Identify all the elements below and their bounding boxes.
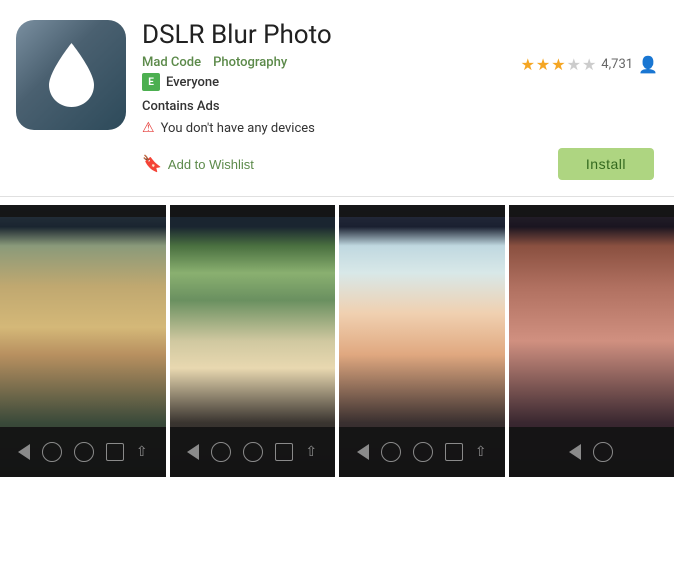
warning-row: ⚠ You don't have any devices <box>142 120 658 136</box>
wishlist-button[interactable]: 🔖 Add to Wishlist <box>142 154 254 174</box>
nav-back-icon-2 <box>187 444 199 460</box>
screenshots-section: ⇧ ⇧ ⇧ <box>0 197 674 477</box>
nav-check-icon-3 <box>381 442 401 462</box>
nav-save-icon-2 <box>275 443 293 461</box>
star-3: ★ <box>551 55 565 74</box>
everyone-label: Everyone <box>166 75 219 90</box>
screenshot-2: ⇧ <box>170 205 336 477</box>
star-4: ★ <box>567 55 581 74</box>
app-title: DSLR Blur Photo <box>142 20 658 51</box>
app-category[interactable]: Photography <box>213 55 287 70</box>
nav-save-icon <box>106 443 124 461</box>
screenshot-4 <box>509 205 674 477</box>
drop-icon <box>44 41 99 109</box>
nav-share-icon-3: ⇧ <box>475 444 487 460</box>
star-2: ★ <box>536 55 550 74</box>
screenshot-1: ⇧ <box>0 205 166 477</box>
wishlist-label: Add to Wishlist <box>168 157 254 172</box>
app-developer[interactable]: Mad Code <box>142 55 201 70</box>
star-5: ★ <box>582 55 596 74</box>
screenshot-3: ⇧ <box>339 205 505 477</box>
nav-check-icon-4 <box>593 442 613 462</box>
install-button[interactable]: Install <box>558 148 654 180</box>
rating-count: 4,731 <box>601 57 633 72</box>
content-rating-row: E Everyone <box>142 73 287 91</box>
person-icon: 👤 <box>638 55 658 74</box>
nav-check-icon-2 <box>211 442 231 462</box>
contains-ads: Contains Ads <box>142 99 658 114</box>
nav-back-icon-4 <box>569 444 581 460</box>
app-icon <box>16 20 126 130</box>
nav-save-icon-3 <box>445 443 463 461</box>
bottom-actions: 🔖 Add to Wishlist Install <box>142 148 658 180</box>
warning-text: You don't have any devices <box>161 121 315 136</box>
app-icon-wrapper <box>16 20 126 130</box>
star-1: ★ <box>521 55 535 74</box>
everyone-badge: E <box>142 73 160 91</box>
nav-drop-icon-3 <box>413 442 433 462</box>
nav-drop-icon <box>74 442 94 462</box>
app-info: DSLR Blur Photo Mad Code Photography E E… <box>142 20 658 180</box>
nav-back-icon-3 <box>357 444 369 460</box>
nav-drop-icon-2 <box>243 442 263 462</box>
nav-share-icon: ⇧ <box>136 444 148 460</box>
app-header: DSLR Blur Photo Mad Code Photography E E… <box>0 0 674 197</box>
nav-share-icon-2: ⇧ <box>305 444 317 460</box>
nav-check-icon <box>42 442 62 462</box>
bookmark-icon: 🔖 <box>142 154 162 174</box>
warning-icon: ⚠ <box>142 120 155 136</box>
star-rating: ★ ★ ★ ★ ★ <box>521 55 597 74</box>
nav-back-icon <box>18 444 30 460</box>
